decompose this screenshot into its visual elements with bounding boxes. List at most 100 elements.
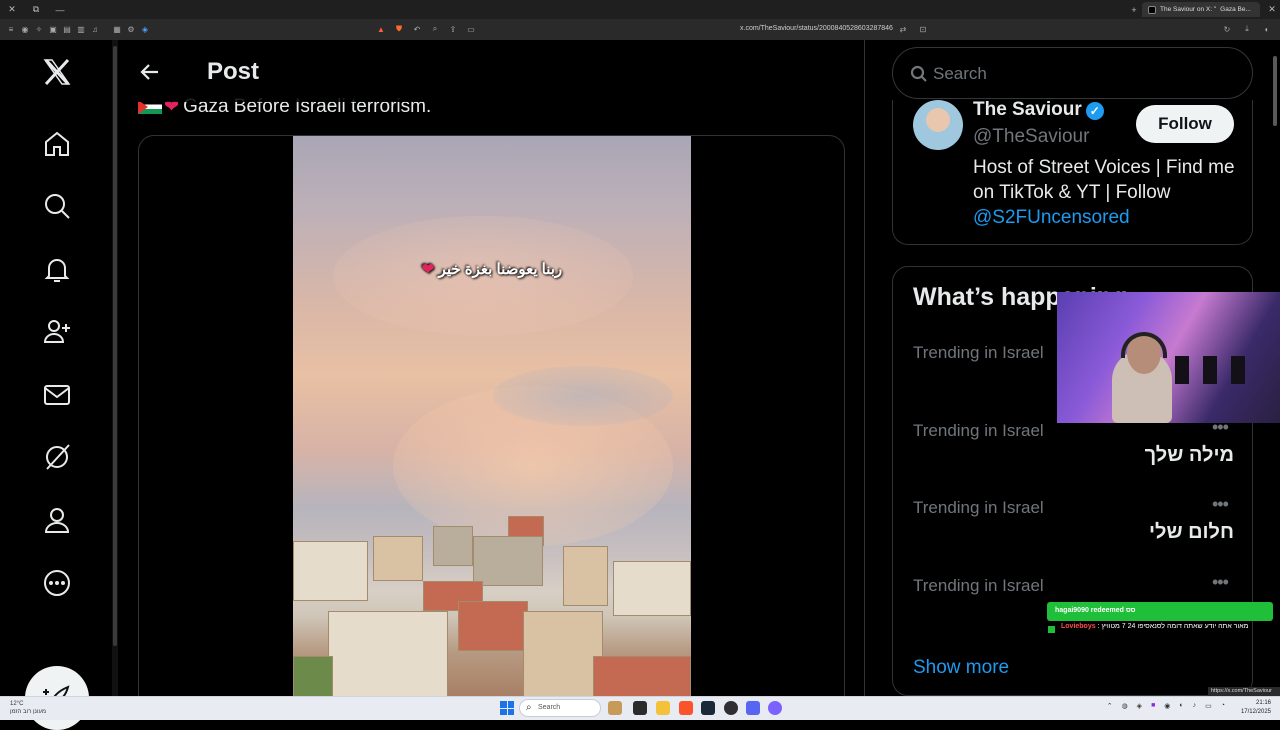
- trend-item[interactable]: Trending in Israel ••• מילה שלך: [893, 417, 1252, 499]
- more-options-icon[interactable]: •••: [1212, 572, 1229, 593]
- browser-toolbar: ≡ ◉ ✧ ▣ ▤ ▥ ♫ ▦ ⚙ ◈ ▲ ⛊ ↶ ⌕ ⇪ ▭ x.com/Th…: [0, 19, 1280, 40]
- microphone-icon[interactable]: ♪: [1193, 702, 1197, 710]
- taskbar-search[interactable]: Search: [519, 699, 601, 717]
- minimize-window-icon[interactable]: —: [48, 5, 72, 15]
- more-icon[interactable]: [40, 566, 74, 600]
- acoustic-panel: [1175, 356, 1189, 384]
- network-icon[interactable]: ▭: [1205, 702, 1212, 710]
- profile-browser-icon[interactable]: ◐: [1260, 22, 1274, 36]
- show-more-link[interactable]: Show more: [913, 657, 1009, 679]
- acoustic-panel: [1203, 356, 1217, 384]
- profile-name[interactable]: The Saviour ✓: [973, 100, 1104, 121]
- page-scrollbar-thumb[interactable]: [1273, 56, 1277, 126]
- weather-widget[interactable]: 12°C מעונן רוב הזמן: [10, 700, 46, 716]
- settings-icon[interactable]: ⚙: [124, 23, 138, 37]
- follow-button[interactable]: Follow: [1136, 105, 1234, 143]
- profile-handle[interactable]: @TheSaviour: [973, 126, 1089, 148]
- taskbar-clock[interactable]: 21:16 17/12/2025: [1241, 699, 1271, 717]
- location-icon[interactable]: ◉: [18, 23, 32, 37]
- palestine-flag-icon: [138, 100, 162, 114]
- home-icon[interactable]: [40, 127, 74, 161]
- tray-app-icon[interactable]: ◐: [1179, 702, 1183, 710]
- building: [293, 541, 368, 601]
- system-tray: ⌃ ◍ ◈ ■ ◉ ◐ ♪ ▭ ◔: [1107, 702, 1225, 710]
- close-tab-icon[interactable]: ✕: [1264, 4, 1280, 15]
- chat-username: Lovieboys: [1061, 623, 1096, 630]
- building: [523, 611, 603, 696]
- building: [563, 546, 608, 606]
- discord-icon[interactable]: [768, 701, 782, 715]
- messages-icon[interactable]: [40, 378, 74, 412]
- tray-app-icon[interactable]: ◍: [1122, 702, 1128, 710]
- clock-time: 21:16: [1255, 700, 1271, 706]
- profile-icon[interactable]: [40, 503, 74, 537]
- music-icon[interactable]: ♫: [88, 23, 102, 37]
- back-arrow-icon[interactable]: [138, 60, 162, 84]
- reload-icon[interactable]: ↻: [1220, 22, 1234, 36]
- search-icon: [910, 65, 927, 82]
- restore-window-icon[interactable]: ⧉: [24, 4, 48, 15]
- tab-title-suffix: Gaza Be...: [1220, 6, 1251, 13]
- steam-icon[interactable]: [701, 701, 715, 715]
- tray-app-icon[interactable]: ◈: [1137, 702, 1142, 710]
- left-scrollbar-thumb[interactable]: [113, 46, 117, 646]
- building: [613, 561, 691, 616]
- address-bar[interactable]: x.com/TheSaviour/status/2000840528603287…: [740, 25, 893, 32]
- explore-icon[interactable]: [40, 189, 74, 223]
- profile-bio-link[interactable]: @S2FUncensored: [973, 207, 1130, 228]
- communities-icon[interactable]: [40, 314, 74, 348]
- brave-rewards-icon[interactable]: ▲: [374, 22, 388, 36]
- reader-icon[interactable]: ▤: [60, 23, 74, 37]
- trend-name: חלום שלי: [1148, 521, 1234, 543]
- zoom-icon[interactable]: ⌕: [428, 22, 442, 36]
- download-icon[interactable]: ⤓: [1240, 22, 1254, 36]
- notifications-icon[interactable]: [40, 252, 74, 286]
- task-view-icon[interactable]: [633, 701, 647, 715]
- tabs-icon[interactable]: ▦: [110, 23, 124, 37]
- browser-tab-active[interactable]: The Saviour on X: " Gaza Be...: [1142, 2, 1260, 17]
- taskbar-app-icon[interactable]: [608, 701, 622, 715]
- brave-shield-icon[interactable]: ⛊: [392, 22, 406, 36]
- close-window-icon[interactable]: ✕: [0, 4, 24, 15]
- weather-desc: מעונן רוב הזמן: [10, 709, 46, 715]
- profile-bio-text: Host of Street Voices | Find me on TikTo…: [973, 157, 1235, 203]
- extensions-icon[interactable]: ✧: [32, 23, 46, 37]
- search-box[interactable]: [892, 47, 1253, 99]
- translate-icon[interactable]: ⇄: [896, 22, 910, 36]
- back-icon[interactable]: ↶: [410, 22, 424, 36]
- start-menu-icon[interactable]: [500, 701, 514, 715]
- volume-icon[interactable]: ◔: [1221, 702, 1225, 710]
- more-options-icon[interactable]: •••: [1212, 494, 1229, 515]
- video-player[interactable]: ربنا يعوضنا بغزة خير ❤: [293, 136, 691, 696]
- menu-icon[interactable]: ≡: [4, 23, 18, 37]
- webcam-overlay: [1057, 292, 1280, 423]
- grok-icon[interactable]: [40, 440, 74, 474]
- building: [328, 611, 448, 696]
- panel-icon[interactable]: ▥: [74, 23, 88, 37]
- chevron-up-icon[interactable]: ⌃: [1107, 702, 1113, 710]
- share-icon[interactable]: ⇪: [446, 22, 460, 36]
- headphones-icon: [1121, 332, 1167, 358]
- bookmark-icon[interactable]: ⊡: [916, 22, 930, 36]
- windows-taskbar: 12°C מעונן רוב הזמן Search ⌃ ◍ ◈ ■ ◉ ◐ ♪…: [0, 696, 1280, 720]
- file-explorer-icon[interactable]: [656, 701, 670, 715]
- search-input[interactable]: [933, 60, 1233, 88]
- app-icon[interactable]: [746, 701, 760, 715]
- page-title: Post: [207, 58, 260, 85]
- trend-label: Trending in Israel: [913, 421, 1044, 440]
- tray-app-icon[interactable]: ◉: [1164, 702, 1170, 710]
- screenshot-icon[interactable]: ▭: [464, 22, 478, 36]
- new-tab-button[interactable]: +: [1126, 5, 1142, 15]
- obs-icon[interactable]: [724, 701, 738, 715]
- building: [593, 656, 691, 696]
- x-logo-icon[interactable]: [40, 55, 74, 89]
- trend-item[interactable]: Trending in Israel ••• חלום שלי: [893, 494, 1252, 576]
- sidebar-icon[interactable]: ▣: [46, 23, 60, 37]
- wallet-icon[interactable]: ◈: [138, 23, 152, 37]
- tray-app-icon[interactable]: ■: [1151, 702, 1155, 710]
- avatar[interactable]: [913, 100, 963, 150]
- building: [473, 536, 543, 586]
- building: [433, 526, 473, 566]
- broken-heart-icon: ❤: [421, 261, 435, 278]
- brave-browser-icon[interactable]: [679, 701, 693, 715]
